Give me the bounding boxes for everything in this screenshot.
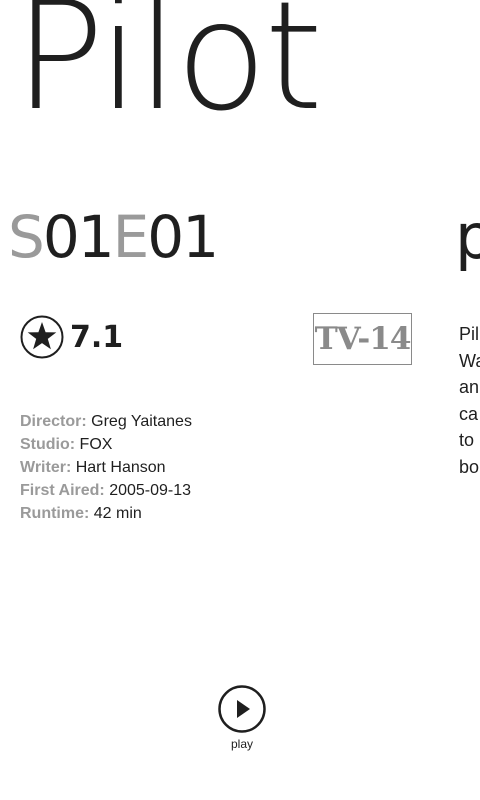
- play-button[interactable]: play: [218, 685, 266, 751]
- detail-row-runtime: Runtime: 42 min: [20, 502, 192, 525]
- peek-line: Pil: [459, 324, 480, 344]
- detail-value: 42 min: [93, 505, 142, 522]
- next-panel-text-peek[interactable]: Pil Wa an ca to bo: [459, 321, 480, 480]
- play-icon[interactable]: [218, 685, 266, 733]
- detail-row-director: Director: Greg Yaitanes: [20, 410, 192, 433]
- detail-value: 2005-09-13: [109, 482, 192, 499]
- page-title: Pilot: [14, 0, 323, 144]
- peek-line: an: [459, 377, 480, 397]
- detail-row-studio: Studio: FOX: [20, 433, 192, 456]
- detail-value: Hart Hanson: [75, 459, 166, 476]
- peek-line: to: [459, 430, 475, 450]
- episode-details: Director: Greg Yaitanes Studio: FOX Writ…: [20, 410, 192, 525]
- episode-number: 01: [147, 203, 219, 271]
- detail-value: Greg Yaitanes: [91, 413, 192, 430]
- detail-label: Runtime:: [20, 505, 90, 522]
- detail-row-writer: Writer: Hart Hanson: [20, 456, 192, 479]
- content-rating-badge: TV-14: [313, 313, 412, 365]
- detail-row-first-aired: First Aired: 2005-09-13: [20, 479, 192, 502]
- next-panel-heading-peek[interactable]: p: [455, 206, 480, 268]
- peek-line: Wa: [459, 350, 480, 371]
- rating: 7.1: [20, 315, 123, 359]
- detail-value: FOX: [79, 436, 113, 453]
- play-label: play: [230, 737, 253, 751]
- detail-label: Studio:: [20, 436, 76, 453]
- season-prefix: S: [8, 203, 45, 271]
- rating-value: 7.1: [70, 319, 124, 355]
- peek-line: bo: [459, 456, 480, 477]
- detail-label: Director:: [20, 413, 87, 430]
- star-icon: [20, 315, 64, 359]
- detail-label: First Aired:: [20, 482, 105, 499]
- episode-code: S01E01: [8, 208, 219, 266]
- peek-line: ca: [459, 403, 479, 424]
- detail-label: Writer:: [20, 459, 72, 476]
- season-number: 01: [42, 203, 115, 271]
- episode-prefix: E: [112, 203, 150, 271]
- episode-page: Pilot S01E01 p 7.1 TV-14 Director: Greg …: [0, 0, 480, 800]
